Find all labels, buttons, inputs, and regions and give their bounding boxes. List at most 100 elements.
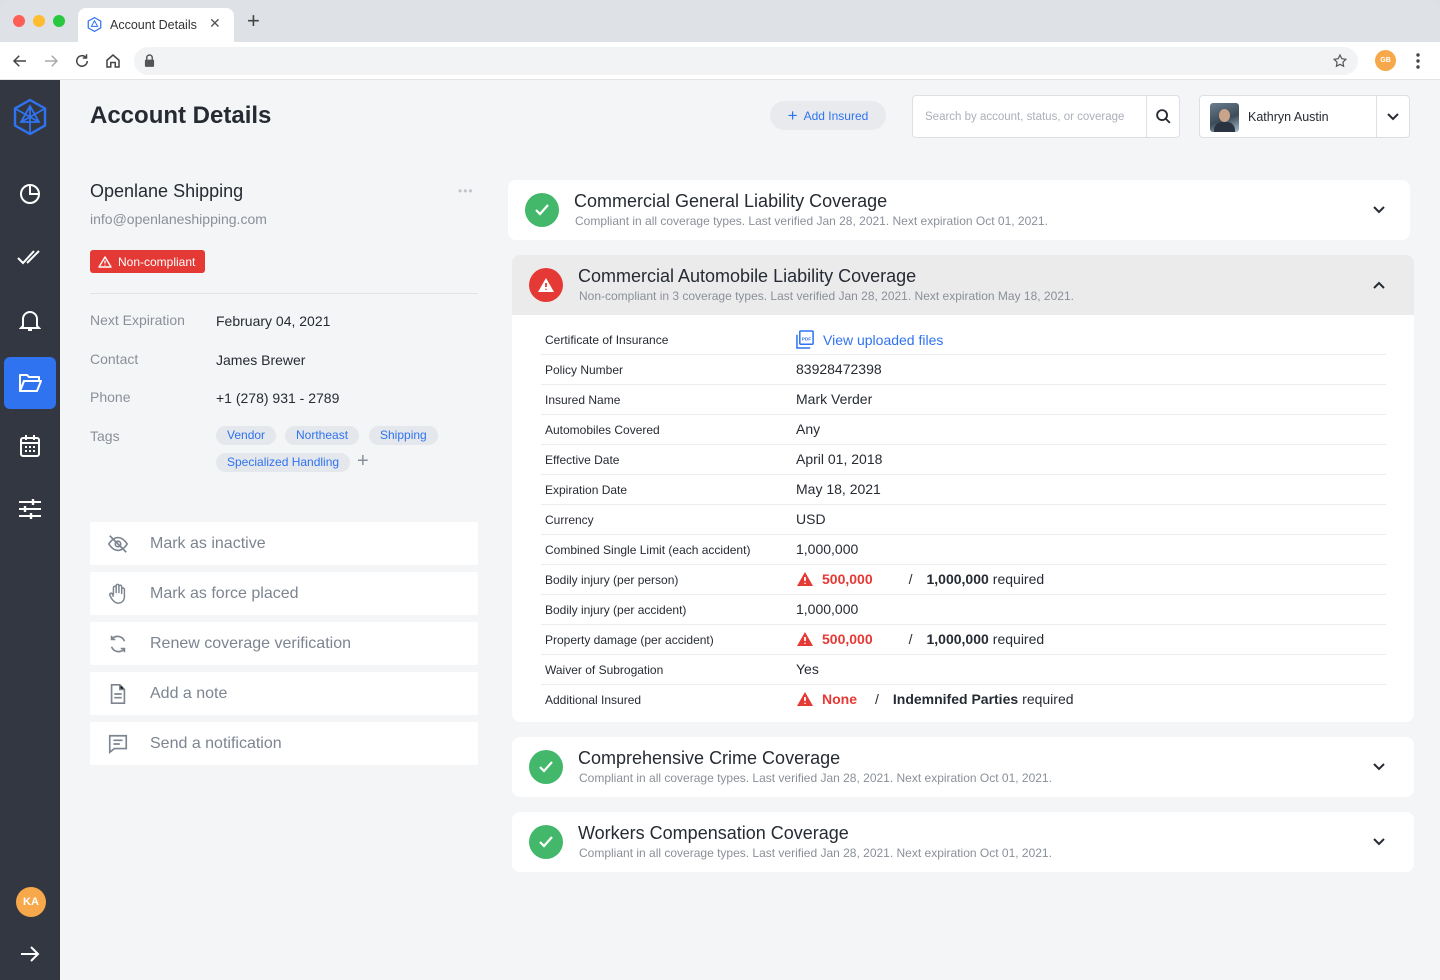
detail-row: Property damage (per accident) 500,000 /… bbox=[541, 625, 1386, 655]
send-notification-button[interactable]: Send a notification bbox=[90, 722, 478, 765]
tag-specialized-handling[interactable]: Specialized Handling bbox=[216, 453, 351, 472]
browser-profile-avatar[interactable]: GB bbox=[1375, 50, 1396, 71]
browser-toolbar: GB bbox=[0, 42, 1440, 80]
sidebar-item-tasks[interactable] bbox=[4, 231, 56, 283]
coverage-card-header[interactable]: Commercial Automobile Liability Coverage… bbox=[512, 255, 1414, 315]
detail-value: 1,000,000 bbox=[796, 541, 859, 557]
mark-force-placed-button[interactable]: Mark as force placed bbox=[90, 572, 478, 615]
contact-value: James Brewer bbox=[216, 352, 306, 368]
tasks-icon bbox=[17, 250, 40, 265]
detail-row: Automobiles Covered Any bbox=[541, 415, 1386, 445]
browser-menu-icon[interactable] bbox=[1412, 51, 1424, 71]
sidebar-item-accounts[interactable] bbox=[4, 357, 56, 409]
sidebar-item-settings[interactable] bbox=[4, 483, 56, 535]
page-title: Account Details bbox=[90, 102, 272, 129]
coverage-summary: Compliant in all coverage types. Last ve… bbox=[575, 214, 1048, 228]
detail-label: Effective Date bbox=[545, 453, 620, 467]
detail-row: Bodily injury (per person) 500,000 / 1,0… bbox=[541, 565, 1386, 595]
chevron-down-icon[interactable] bbox=[1386, 110, 1400, 124]
detail-value-deficient: None / Indemnifed Parties required bbox=[796, 691, 1074, 707]
coverage-card-crime[interactable]: Comprehensive Crime Coverage Compliant i… bbox=[512, 737, 1414, 797]
coverage-card-general-liability[interactable]: Commercial General Liability Coverage Co… bbox=[508, 180, 1410, 240]
refresh-icon bbox=[110, 635, 126, 653]
add-insured-label: Add Insured bbox=[803, 108, 869, 123]
account-email: info@openlaneshipping.com bbox=[90, 211, 267, 227]
sidebar-item-calendar[interactable] bbox=[4, 420, 56, 472]
coverage-card-workers-compensation[interactable]: Workers Compensation Coverage Compliant … bbox=[512, 812, 1414, 872]
detail-value-deficient: 500,000 / 1,000,000 required bbox=[796, 631, 1044, 647]
bookmark-star-icon[interactable] bbox=[1332, 53, 1348, 69]
coverage-card-automobile-liability: Commercial Automobile Liability Coverage… bbox=[512, 255, 1414, 722]
more-options-icon[interactable]: ••• bbox=[458, 184, 474, 198]
status-badge: Non-compliant bbox=[90, 250, 206, 273]
detail-value: Mark Verder bbox=[796, 391, 873, 407]
sidebar-item-dashboard[interactable] bbox=[4, 168, 56, 220]
tag-northeast[interactable]: Northeast bbox=[285, 426, 360, 445]
browser-tab[interactable]: Account Details ✕ bbox=[78, 8, 234, 42]
tags-label: Tags bbox=[90, 428, 120, 444]
status-badge-label: Non-compliant bbox=[118, 254, 196, 269]
reload-icon[interactable] bbox=[73, 52, 91, 70]
detail-label: Waiver of Subrogation bbox=[545, 663, 664, 677]
close-window-button[interactable] bbox=[13, 15, 25, 27]
chevron-down-icon[interactable] bbox=[1372, 761, 1386, 773]
svg-text:PDF: PDF bbox=[802, 336, 812, 342]
next-expiration-label: Next Expiration bbox=[90, 312, 185, 328]
sidebar-item-notifications[interactable] bbox=[4, 295, 56, 347]
tag-vendor[interactable]: Vendor bbox=[216, 426, 277, 445]
tag-shipping[interactable]: Shipping bbox=[369, 426, 438, 445]
coverage-summary: Non-compliant in 3 coverage types. Last … bbox=[579, 289, 1074, 303]
coverage-title: Workers Compensation Coverage bbox=[578, 823, 849, 843]
avatar[interactable]: KA bbox=[16, 887, 46, 917]
settings-sliders-icon bbox=[19, 499, 41, 519]
warning-icon bbox=[529, 268, 563, 302]
detail-value: 1,000,000 bbox=[796, 601, 859, 617]
detail-row: Currency USD bbox=[541, 505, 1386, 535]
dashboard-icon bbox=[20, 184, 40, 204]
action-label: Renew coverage verification bbox=[150, 635, 351, 652]
new-tab-icon[interactable]: + bbox=[247, 10, 260, 32]
chevron-down-icon[interactable] bbox=[1372, 204, 1386, 216]
warning-icon bbox=[797, 572, 813, 586]
warning-icon bbox=[797, 692, 813, 706]
detail-label: Property damage (per accident) bbox=[545, 633, 714, 647]
action-label: Send a notification bbox=[150, 735, 282, 752]
pdf-files-icon: PDF bbox=[796, 330, 814, 349]
notifications-icon bbox=[19, 311, 41, 331]
app-logo-icon bbox=[87, 16, 102, 37]
add-note-button[interactable]: Add a note bbox=[90, 672, 478, 715]
detail-label: Combined Single Limit (each accident) bbox=[545, 543, 751, 557]
coverage-summary: Compliant in all coverage types. Last ve… bbox=[579, 771, 1052, 785]
lock-icon bbox=[144, 54, 155, 67]
detail-row: Bodily injury (per accident) 1,000,000 bbox=[541, 595, 1386, 625]
minimize-window-button[interactable] bbox=[33, 15, 45, 27]
chevron-down-icon[interactable] bbox=[1372, 836, 1386, 848]
maximize-window-button[interactable] bbox=[53, 15, 65, 27]
detail-label: Expiration Date bbox=[545, 483, 628, 497]
add-insured-button[interactable]: + Add Insured bbox=[770, 101, 886, 130]
address-bar[interactable] bbox=[134, 47, 1358, 75]
home-icon[interactable] bbox=[104, 52, 122, 70]
back-icon[interactable] bbox=[11, 52, 29, 70]
renew-verification-button[interactable]: Renew coverage verification bbox=[90, 622, 478, 665]
search-input[interactable] bbox=[913, 96, 1145, 137]
forward-icon[interactable] bbox=[42, 52, 60, 70]
detail-value: April 01, 2018 bbox=[796, 451, 883, 467]
note-icon bbox=[110, 684, 126, 704]
expand-sidebar-icon[interactable] bbox=[19, 944, 41, 964]
detail-label: Certificate of Insurance bbox=[545, 333, 669, 347]
view-uploaded-files-link[interactable]: PDF View uploaded files bbox=[796, 330, 943, 349]
check-icon bbox=[525, 193, 559, 227]
chevron-up-icon[interactable] bbox=[1372, 279, 1386, 291]
detail-value-deficient: 500,000 / 1,000,000 required bbox=[796, 571, 1044, 587]
app-logo-icon[interactable] bbox=[12, 98, 48, 141]
user-menu[interactable]: Kathryn Austin bbox=[1199, 95, 1410, 138]
detail-label: Automobiles Covered bbox=[545, 423, 660, 437]
accounts-folder-icon bbox=[19, 374, 42, 392]
add-tag-icon[interactable]: + bbox=[357, 451, 369, 471]
next-expiration-value: February 04, 2021 bbox=[216, 313, 331, 329]
mark-inactive-button[interactable]: Mark as inactive bbox=[90, 522, 478, 565]
search-icon[interactable] bbox=[1155, 108, 1172, 125]
detail-row: Effective Date April 01, 2018 bbox=[541, 445, 1386, 475]
close-tab-icon[interactable]: ✕ bbox=[209, 15, 221, 32]
